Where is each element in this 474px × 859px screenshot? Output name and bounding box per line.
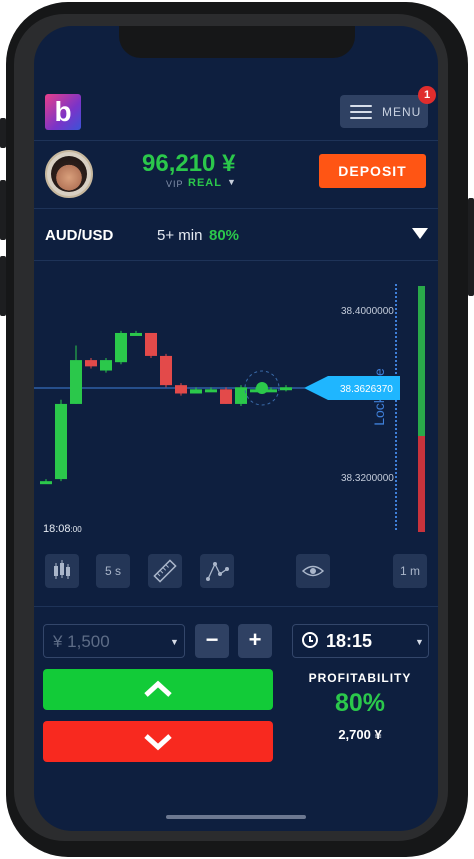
chart-type-button[interactable] <box>45 554 79 588</box>
expiry-time-select[interactable]: 18:15 ▼ <box>292 624 429 658</box>
divider-3 <box>34 260 438 261</box>
chevron-up-icon <box>144 680 172 697</box>
candle-body <box>175 385 187 394</box>
candle-body <box>115 332 127 363</box>
profitability-amount: 2,700 ¥ <box>338 727 382 742</box>
candle-body <box>235 387 247 404</box>
drawing-tools-button[interactable] <box>200 554 234 588</box>
interval-button[interactable]: 1 m <box>393 554 427 588</box>
caret-down-icon: ▼ <box>170 637 179 647</box>
candle-body <box>190 389 202 394</box>
divider-4 <box>34 606 438 607</box>
caret-down-icon[interactable]: ▼ <box>227 177 236 187</box>
candle-body <box>220 389 232 404</box>
visibility-button[interactable] <box>296 554 330 588</box>
ruler-button[interactable] <box>148 554 182 588</box>
caret-down-icon: ▼ <box>415 637 424 647</box>
time-axis-label: 18:08:00 <box>43 523 82 535</box>
menu-label: MENU <box>382 105 422 119</box>
ruler-icon <box>153 559 177 583</box>
candle-body <box>55 403 67 480</box>
avatar-photo <box>51 156 87 192</box>
candle-body <box>85 360 97 367</box>
menu-button[interactable]: MENU <box>340 95 428 128</box>
investment-amount-value: ¥ 1,500 <box>53 632 110 651</box>
candle-body <box>40 481 52 485</box>
asset-dropdown-icon[interactable] <box>412 228 428 239</box>
decrease-amount-button[interactable]: − <box>195 624 229 658</box>
chevron-down-icon <box>144 734 172 751</box>
price-tick-bottom: 38.3200000 <box>341 473 394 484</box>
call-up-button[interactable] <box>43 669 273 710</box>
account-type-select[interactable]: REAL <box>188 177 222 189</box>
phone-side-button-right <box>468 198 474 296</box>
candle-body <box>130 332 142 336</box>
divider-2 <box>34 208 438 209</box>
eye-icon <box>301 565 325 577</box>
asset-payout: 80% <box>209 227 240 244</box>
investment-amount-select[interactable]: ¥ 1,500 ▼ <box>43 624 185 658</box>
put-down-button[interactable] <box>43 721 273 762</box>
asset-pair[interactable]: AUD/USD <box>45 227 113 244</box>
avatar[interactable] <box>45 150 93 198</box>
candlestick-icon <box>54 560 70 579</box>
price-tick-top: 38.4000000 <box>341 306 394 317</box>
profitability-percent: 80% <box>334 689 386 717</box>
price-chart[interactable]: Lock rate 38.4000000 38.3200000 38.36263… <box>34 262 438 540</box>
app-logo[interactable]: b <box>45 94 81 130</box>
candle-body <box>100 360 112 371</box>
vip-label: VIP <box>166 179 184 189</box>
increase-amount-button[interactable]: + <box>238 624 272 658</box>
current-point-marker <box>256 382 268 394</box>
phone-notch <box>119 26 355 58</box>
balance-amount: 96,210 ¥ <box>142 150 236 177</box>
hamburger-icon <box>350 105 372 119</box>
candle-body <box>70 360 82 404</box>
deposit-button[interactable]: DEPOSIT <box>319 154 426 188</box>
candle-body <box>205 389 217 393</box>
candle-body <box>145 332 157 356</box>
sellers-volume-bar <box>418 436 425 532</box>
expiry-time-value: 18:15 <box>326 631 373 651</box>
profitability-label: PROFITABILITY <box>308 671 412 685</box>
timeframe-button[interactable]: 5 s <box>96 554 130 588</box>
candle-body <box>160 355 172 386</box>
logo-letter: b <box>54 96 72 127</box>
candle-body <box>280 387 292 391</box>
buyers-volume-bar <box>418 286 425 436</box>
home-indicator[interactable] <box>166 815 306 819</box>
drawing-icon <box>206 562 229 581</box>
notification-badge[interactable]: 1 <box>418 86 436 104</box>
clock-icon <box>302 632 318 648</box>
divider-1 <box>34 140 438 141</box>
asset-duration: 5+ min <box>157 227 203 244</box>
current-price-value: 38.3626370 <box>340 384 393 395</box>
